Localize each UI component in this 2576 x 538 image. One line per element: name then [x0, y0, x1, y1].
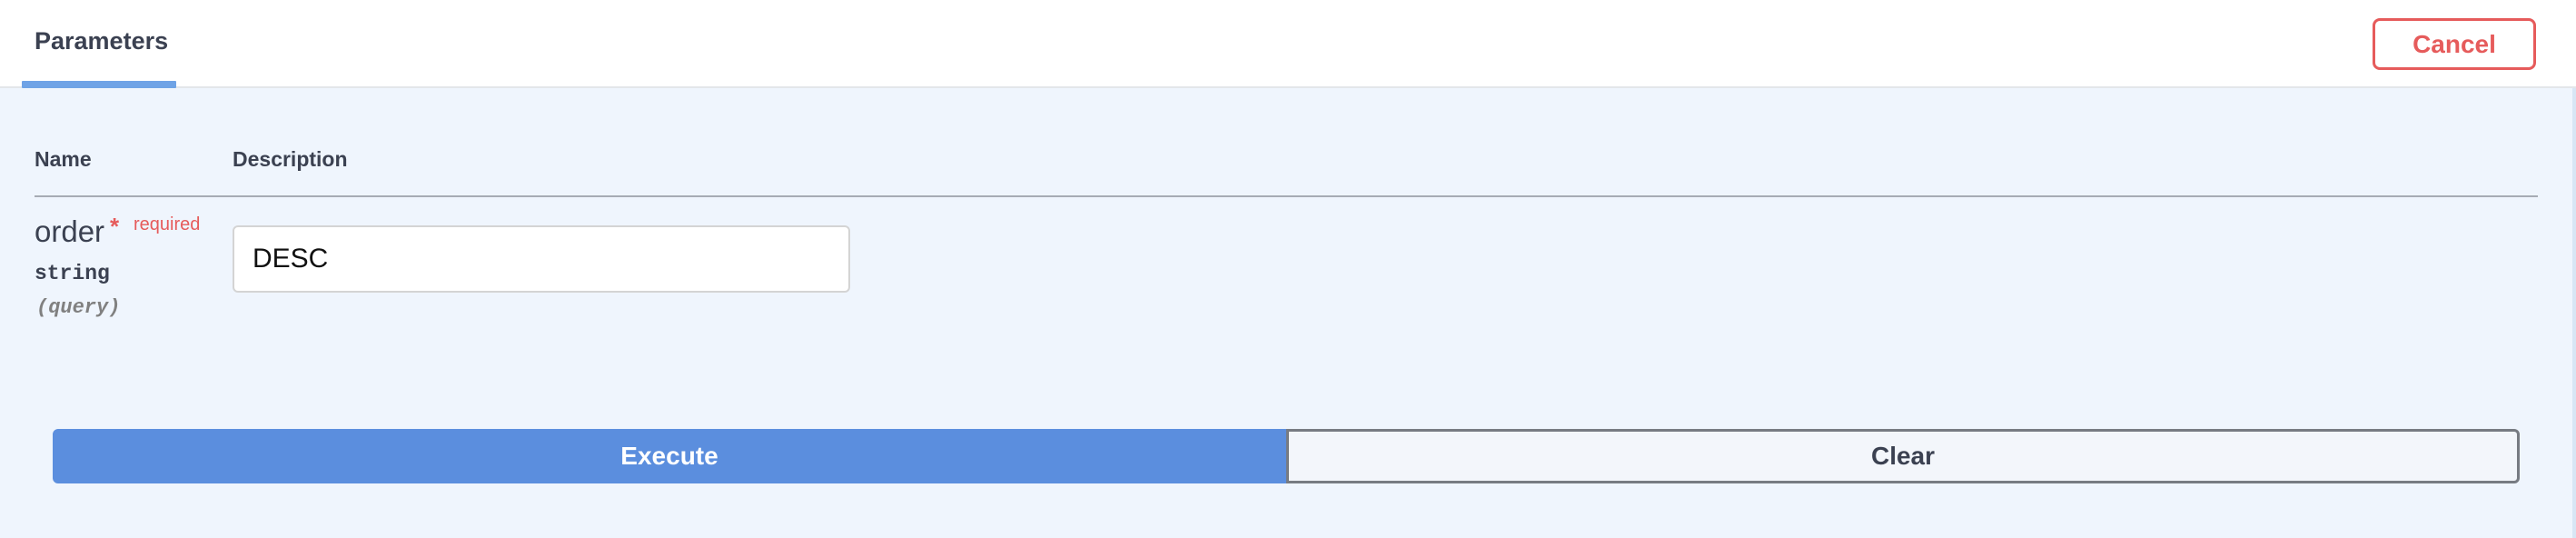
- execute-button[interactable]: Execute: [53, 429, 1286, 483]
- required-label: required: [134, 214, 201, 234]
- clear-button[interactable]: Clear: [1286, 429, 2520, 483]
- parameter-name: order: [35, 214, 105, 248]
- execute-button-group: Execute Clear: [53, 429, 2520, 483]
- column-header-description: Description: [233, 147, 348, 171]
- required-asterisk: *: [110, 213, 120, 240]
- table-header-divider: [35, 195, 2538, 197]
- tab-parameters[interactable]: Parameters: [22, 0, 176, 88]
- scrollbar-track[interactable]: [2572, 88, 2576, 538]
- parameter-location: (query): [36, 296, 121, 319]
- active-tab-indicator: [22, 81, 176, 88]
- parameters-header: Parameters Cancel: [0, 0, 2576, 88]
- tab-parameters-label: Parameters: [35, 27, 169, 55]
- order-parameter-input[interactable]: [233, 225, 850, 293]
- cancel-button[interactable]: Cancel: [2373, 18, 2536, 70]
- column-header-name: Name: [35, 147, 92, 171]
- parameter-type: string: [35, 262, 110, 285]
